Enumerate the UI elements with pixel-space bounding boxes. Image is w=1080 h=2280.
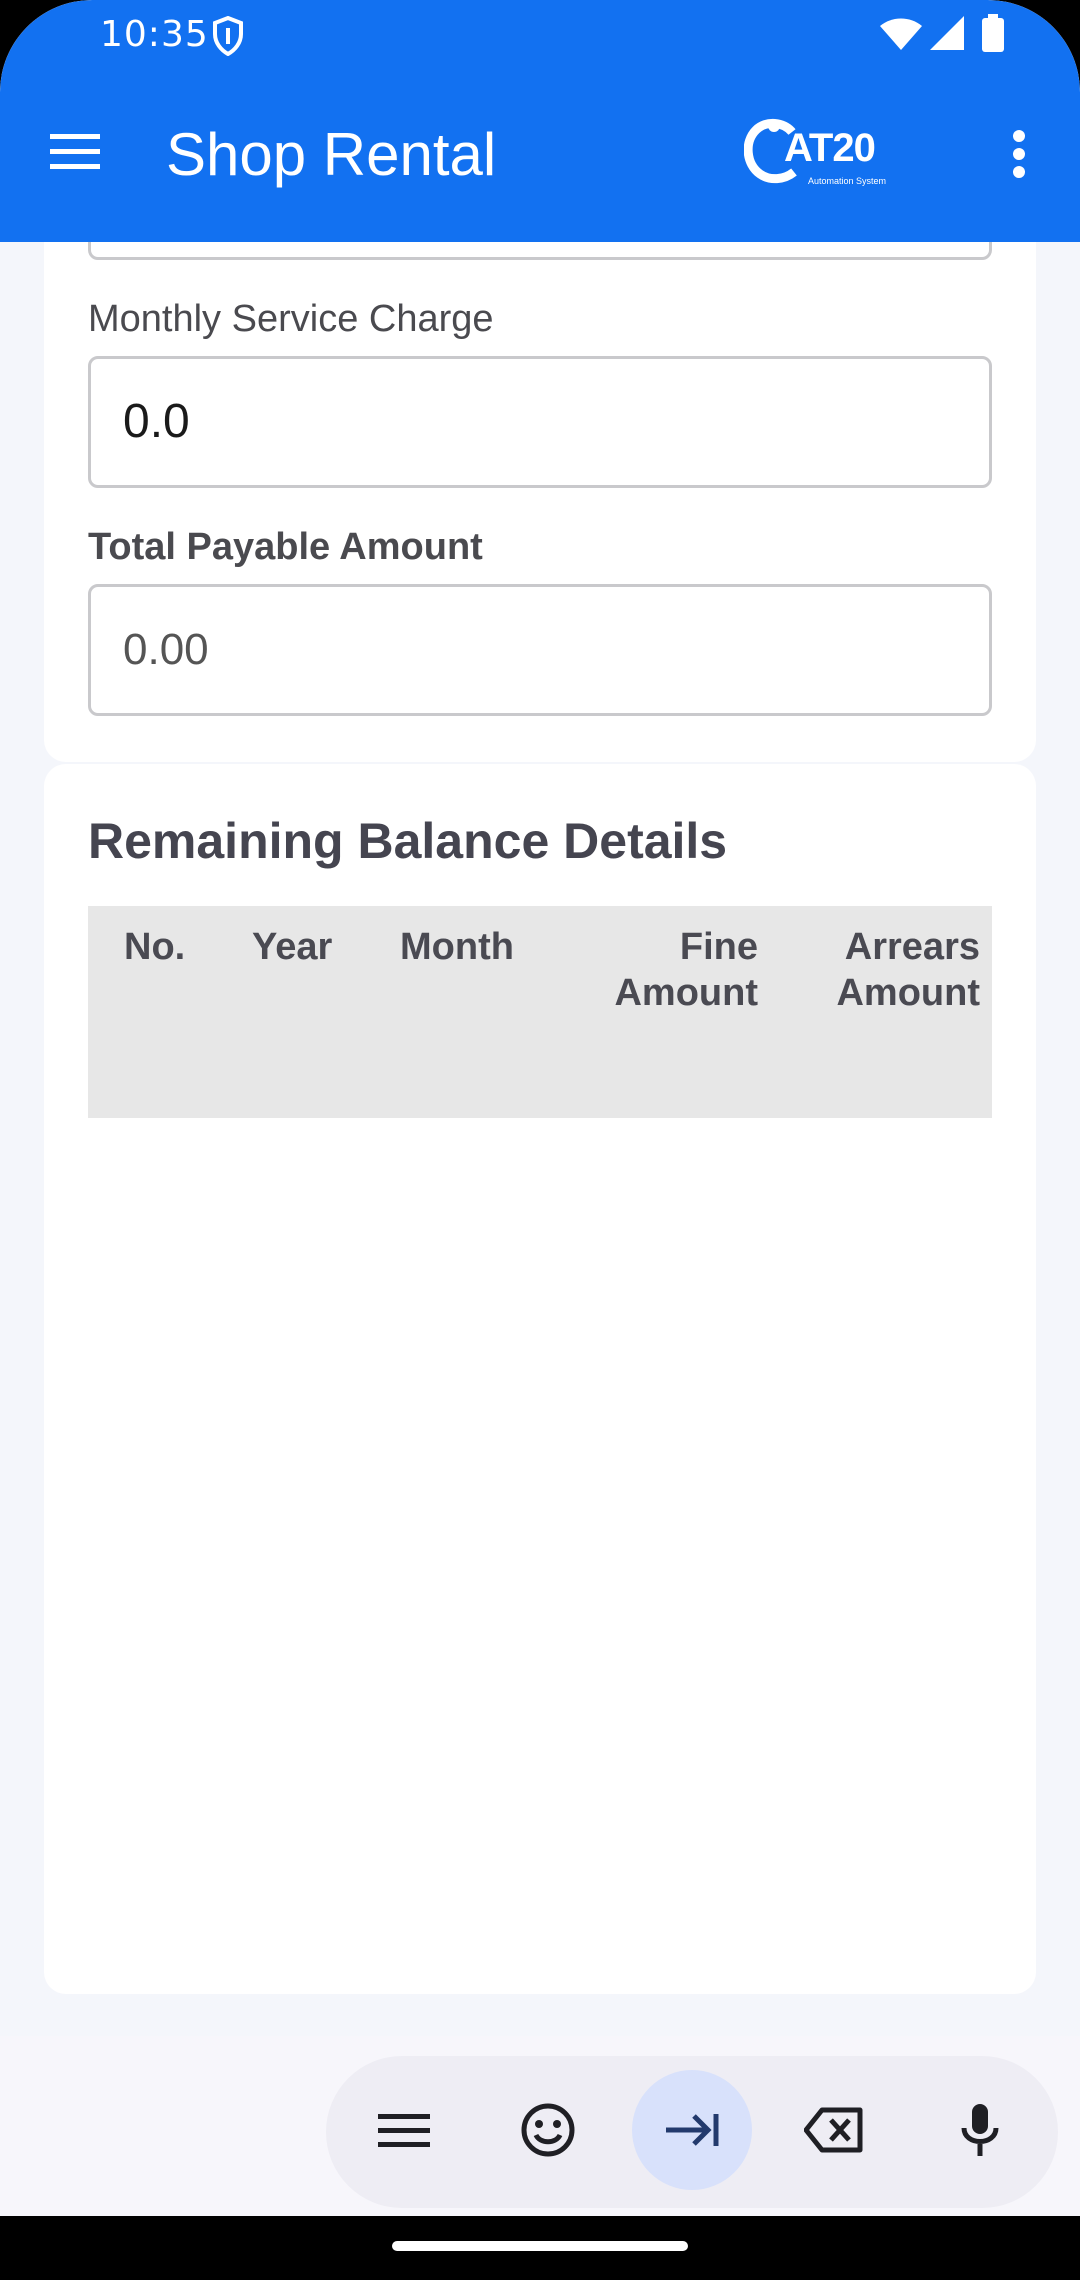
backspace-icon xyxy=(804,2107,863,2153)
arrears-amount-line1: Arrears xyxy=(844,926,980,968)
at20-logo: AT20 Automation System xyxy=(744,114,904,194)
section-title: Remaining Balance Details xyxy=(88,813,728,869)
screen: Monthly Service Charge 0.0 Total Payable… xyxy=(0,0,1080,2280)
mic-icon xyxy=(961,2104,999,2156)
menu-icon xyxy=(378,2114,430,2147)
tab-icon xyxy=(666,2114,719,2146)
keyboard-mic-button[interactable] xyxy=(920,2070,1040,2190)
monthly-service-charge-input[interactable]: 0.0 xyxy=(88,356,992,488)
home-gesture-handle[interactable] xyxy=(392,2241,688,2251)
table-header: No. Year Month Fine Amount Arrears Amoun… xyxy=(88,906,992,1118)
arrears-amount-line2: Amount xyxy=(836,972,980,1014)
keyboard-backspace-button[interactable] xyxy=(774,2070,894,2190)
keyboard-tab-button[interactable] xyxy=(632,2070,752,2190)
column-header-no: No. xyxy=(124,926,186,968)
logo-subtext: Automation System xyxy=(808,176,887,186)
app-title: Shop Rental xyxy=(166,121,497,188)
fine-amount-line2: Amount xyxy=(614,972,758,1014)
logo-text: AT20 xyxy=(784,126,876,170)
total-payable-amount-label: Total Payable Amount xyxy=(88,526,483,568)
hamburger-menu-icon[interactable] xyxy=(48,132,102,172)
column-header-year: Year xyxy=(252,926,333,968)
more-vert-icon[interactable] xyxy=(1006,128,1032,180)
column-header-month: Month xyxy=(400,926,514,968)
app-bar: 10:35 Shop Rental AT20 Automation System xyxy=(0,0,1080,242)
column-header-arrears-amount: Arrears Amount xyxy=(800,924,980,1016)
wifi-icon xyxy=(880,18,922,50)
monthly-service-charge-label: Monthly Service Charge xyxy=(88,298,494,340)
shield-icon xyxy=(213,16,243,56)
status-time: 10:35 xyxy=(100,14,209,55)
fine-amount-line1: Fine xyxy=(679,926,758,968)
battery-icon xyxy=(982,14,1004,52)
total-payable-amount-input[interactable]: 0.00 xyxy=(88,584,992,716)
keyboard-menu-button[interactable] xyxy=(344,2070,464,2190)
signal-icon xyxy=(930,16,964,50)
keyboard-emoji-button[interactable] xyxy=(488,2070,608,2190)
column-header-fine-amount: Fine Amount xyxy=(598,924,758,1016)
emoji-icon xyxy=(521,2103,575,2157)
